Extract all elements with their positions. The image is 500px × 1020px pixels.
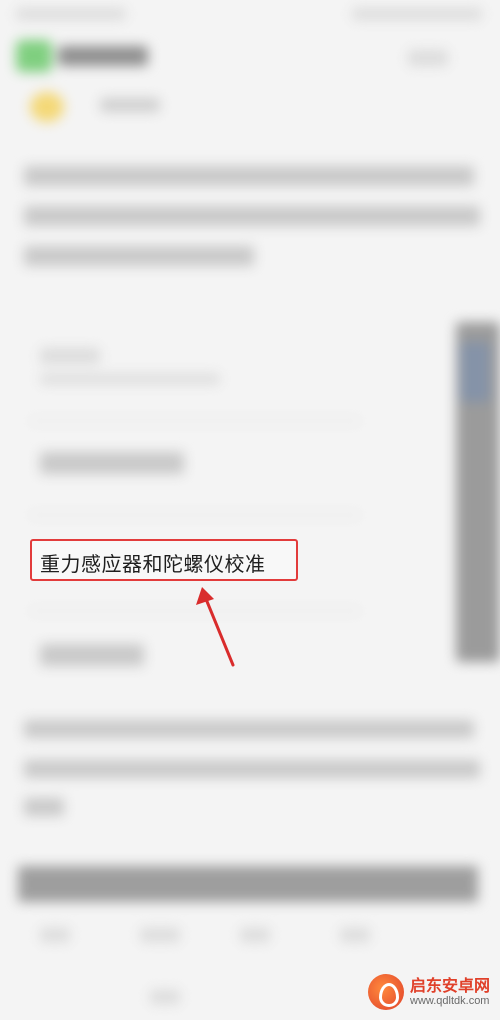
watermark-brand: 启东安卓网: [410, 975, 491, 995]
setting-label: 重力感应器和陀螺仪校准: [40, 552, 266, 576]
watermark-logo-icon: [368, 974, 404, 1010]
status-bar: [0, 0, 500, 30]
side-panel: [456, 322, 500, 662]
arrow-pointer-icon: [196, 587, 235, 667]
watermark-url: www.qdltdk.com: [410, 994, 490, 1007]
bottom-toolbar: [18, 866, 478, 902]
author-avatar: [30, 92, 64, 122]
author-name-placeholder: [100, 98, 160, 112]
watermark: 启东安卓网 www.qdltdk.com: [368, 974, 490, 1010]
blurred-background: [0, 0, 500, 1020]
app-name-placeholder: [58, 46, 148, 66]
header-action: [408, 50, 448, 66]
app-logo: [16, 40, 52, 72]
